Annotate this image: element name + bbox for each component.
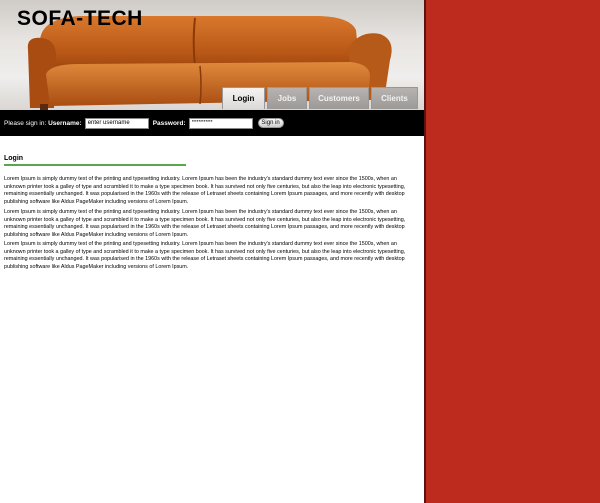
signin-prompt-text: Please sign in:: [4, 119, 47, 127]
body-paragraph: Lorem Ipsum is simply dummy text of the …: [4, 241, 406, 270]
section-underline: [4, 164, 186, 166]
login-bar: Please sign in: Username: Password: Sign…: [0, 110, 424, 136]
tab-clients[interactable]: Clients: [371, 87, 418, 109]
password-input[interactable]: [188, 117, 253, 129]
password-label: Password:: [152, 119, 186, 127]
body-paragraph: Lorem Ipsum is simply dummy text of the …: [4, 209, 406, 238]
body-paragraph: Lorem Ipsum is simply dummy text of the …: [4, 176, 406, 205]
signin-button[interactable]: Sign in: [257, 118, 284, 128]
signin-prompt: Please sign in: Username:: [4, 120, 82, 127]
tab-customers[interactable]: Customers: [309, 87, 369, 109]
username-input[interactable]: [84, 117, 149, 129]
main-column: SOFA-TECH Login Jobs Customers Clients P…: [0, 0, 424, 503]
side-panel: [424, 0, 600, 503]
username-label: Username:: [48, 119, 82, 127]
tab-login[interactable]: Login: [222, 87, 265, 109]
header-banner: SOFA-TECH Login Jobs Customers Clients: [0, 0, 424, 110]
tab-jobs[interactable]: Jobs: [267, 87, 307, 109]
section-title: Login: [4, 155, 24, 162]
site-logo: SOFA-TECH: [17, 7, 143, 30]
